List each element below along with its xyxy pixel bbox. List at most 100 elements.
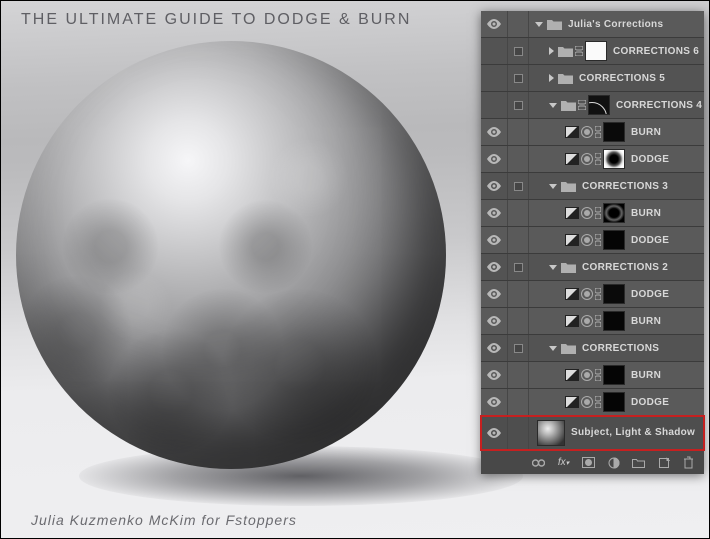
layer-dodge[interactable]: DODGE	[481, 227, 704, 254]
folder-icon	[547, 19, 562, 30]
curves-icon	[581, 315, 593, 327]
layer-group-3[interactable]: CORRECTIONS 3	[481, 173, 704, 200]
checkbox-icon[interactable]	[514, 47, 523, 56]
visibility-toggle[interactable]	[481, 343, 507, 353]
layer-group-1[interactable]: CORRECTIONS	[481, 335, 704, 362]
link-icon	[595, 153, 601, 165]
visibility-toggle[interactable]	[481, 397, 507, 407]
layer-label: CORRECTIONS	[582, 343, 659, 354]
visibility-toggle[interactable]	[481, 208, 507, 218]
link-icon	[595, 315, 601, 327]
curves-icon	[581, 396, 593, 408]
layer-group-2[interactable]: CORRECTIONS 2	[481, 254, 704, 281]
mask-thumbnail[interactable]	[603, 311, 625, 331]
checkbox-icon[interactable]	[514, 344, 523, 353]
extra-col	[507, 416, 529, 449]
expand-arrow-icon[interactable]	[549, 265, 557, 270]
layer-group-5[interactable]: CORRECTIONS 5	[481, 65, 704, 92]
curves-icon	[581, 126, 593, 138]
adjustment-icon	[565, 207, 579, 219]
curves-icon	[581, 153, 593, 165]
expand-arrow-icon[interactable]	[535, 22, 543, 27]
visibility-toggle[interactable]	[481, 428, 507, 438]
layer-dodge[interactable]: DODGE	[481, 389, 704, 416]
mask-thumbnail[interactable]	[603, 392, 625, 412]
checkbox-icon[interactable]	[514, 74, 523, 83]
layer-group-4[interactable]: CORRECTIONS 4	[481, 92, 704, 119]
visibility-toggle[interactable]	[481, 235, 507, 245]
layer-label: CORRECTIONS 6	[613, 46, 699, 57]
mask-thumbnail[interactable]	[603, 149, 625, 169]
layer-burn[interactable]: BURN	[481, 362, 704, 389]
visibility-toggle[interactable]	[481, 19, 507, 29]
expand-arrow-icon[interactable]	[549, 184, 557, 189]
layer-label: Subject, Light & Shadow	[571, 427, 695, 438]
layer-label: CORRECTIONS 2	[582, 262, 668, 273]
collapse-arrow-icon[interactable]	[549, 74, 554, 82]
visibility-toggle[interactable]	[481, 154, 507, 164]
layer-thumbnail[interactable]	[537, 420, 565, 446]
folder-icon	[561, 343, 576, 354]
mask-thumbnail[interactable]	[588, 95, 610, 115]
new-layer-button[interactable]	[656, 455, 671, 470]
extra-col	[507, 335, 529, 361]
link-icon	[595, 207, 601, 219]
layers-panel: Julia's Corrections CORRECTIONS 6 CORREC…	[481, 11, 704, 474]
extra-col	[507, 92, 529, 118]
visibility-toggle[interactable]	[481, 262, 507, 272]
layer-label: CORRECTIONS 3	[582, 181, 668, 192]
layer-burn[interactable]: BURN	[481, 200, 704, 227]
visibility-toggle[interactable]	[481, 370, 507, 380]
extra-col	[507, 38, 529, 64]
extra-col	[507, 227, 529, 253]
adjustment-button[interactable]	[606, 455, 621, 470]
layer-dodge[interactable]: DODGE	[481, 146, 704, 173]
link-icon	[595, 369, 601, 381]
extra-col	[507, 389, 529, 415]
checkbox-icon[interactable]	[514, 182, 523, 191]
layer-label: BURN	[631, 316, 661, 327]
mask-thumbnail[interactable]	[603, 284, 625, 304]
layer-group-6[interactable]: CORRECTIONS 6	[481, 38, 704, 65]
layer-label: DODGE	[631, 235, 669, 246]
link-layers-button[interactable]	[531, 455, 546, 470]
adjustment-icon	[565, 288, 579, 300]
link-icon	[595, 126, 601, 138]
sphere-illustration	[16, 41, 456, 521]
layer-group-root[interactable]: Julia's Corrections	[481, 11, 704, 38]
visibility-toggle[interactable]	[481, 289, 507, 299]
mask-thumbnail[interactable]	[585, 41, 607, 61]
visibility-toggle[interactable]	[481, 316, 507, 326]
mask-thumbnail[interactable]	[603, 365, 625, 385]
panel-footer: fx▾	[481, 450, 704, 474]
layer-label: CORRECTIONS 5	[579, 73, 665, 84]
expand-arrow-icon[interactable]	[549, 103, 557, 108]
link-icon	[595, 234, 601, 246]
folder-icon	[561, 262, 576, 273]
checkbox-icon[interactable]	[514, 101, 523, 110]
visibility-toggle[interactable]	[481, 181, 507, 191]
layer-burn[interactable]: BURN	[481, 119, 704, 146]
extra-col	[507, 119, 529, 145]
extra-col	[507, 11, 529, 37]
mask-thumbnail[interactable]	[603, 203, 625, 223]
collapse-arrow-icon[interactable]	[549, 47, 554, 55]
folder-icon	[558, 73, 573, 84]
checkbox-icon[interactable]	[514, 263, 523, 272]
curves-icon	[581, 369, 593, 381]
mask-thumbnail[interactable]	[603, 122, 625, 142]
folder-icon	[561, 181, 576, 192]
group-button[interactable]	[631, 455, 646, 470]
fx-button[interactable]: fx▾	[556, 455, 571, 470]
extra-col	[507, 200, 529, 226]
layer-dodge[interactable]: DODGE	[481, 281, 704, 308]
extra-col	[507, 362, 529, 388]
extra-col	[507, 146, 529, 172]
mask-thumbnail[interactable]	[603, 230, 625, 250]
trash-button[interactable]	[681, 455, 696, 470]
visibility-toggle[interactable]	[481, 127, 507, 137]
expand-arrow-icon[interactable]	[549, 346, 557, 351]
mask-button[interactable]	[581, 455, 596, 470]
layer-burn[interactable]: BURN	[481, 308, 704, 335]
layer-subject-selected[interactable]: Subject, Light & Shadow	[481, 416, 704, 450]
